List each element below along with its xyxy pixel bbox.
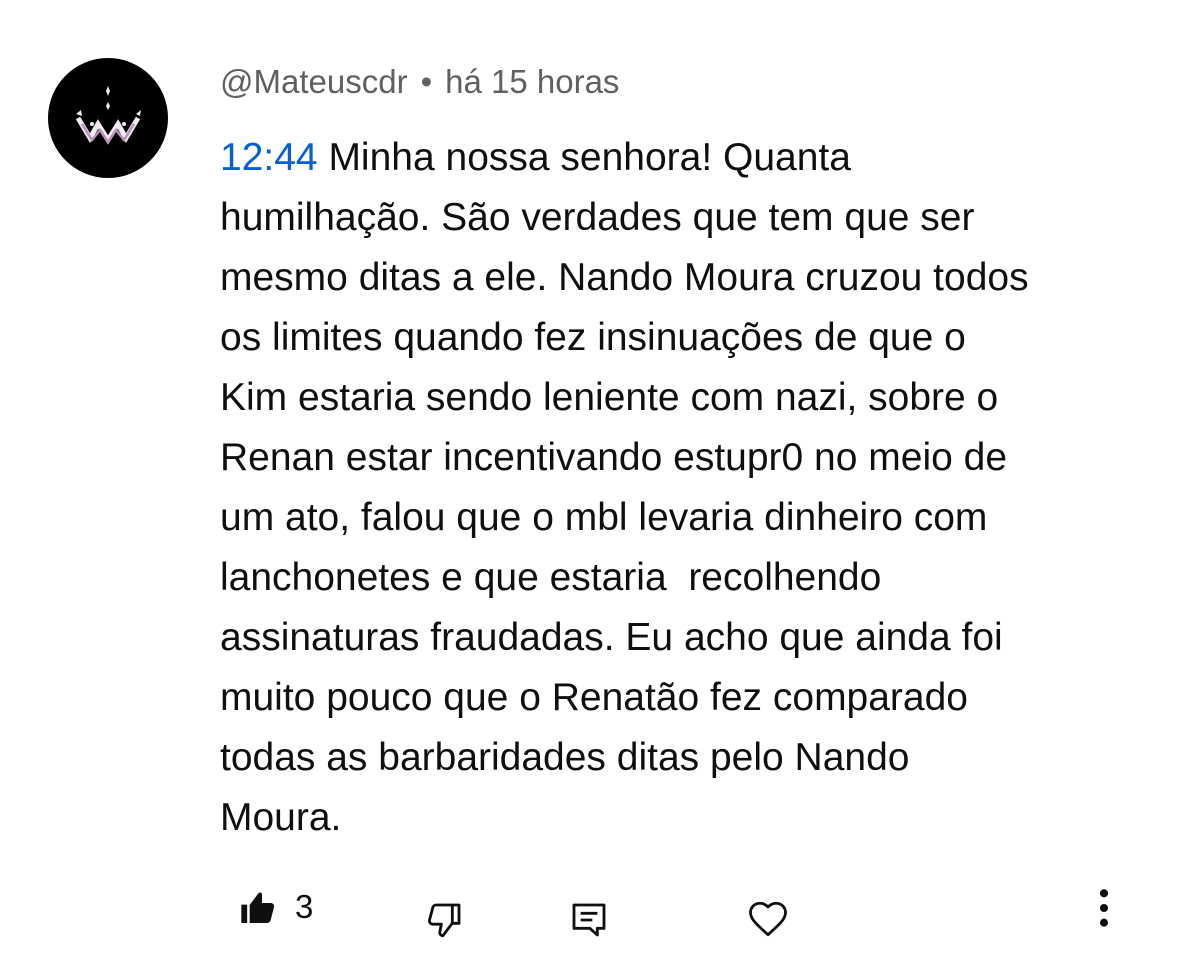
comment-time[interactable]: há 15 horas <box>445 63 619 101</box>
comment-line: Renan estar incentivando estupr0 no meio… <box>220 436 1008 479</box>
comment-line: todas as barbaridades ditas pelo Nando <box>220 736 910 779</box>
comment-card: @Mateuscdr • há 15 horas 12:44 Minha nos… <box>0 0 1179 977</box>
heart-outline-icon <box>749 901 787 937</box>
thumbs-up-filled-icon <box>241 892 275 923</box>
comment-line: um ato, falou que o mbl levaria dinheiro… <box>220 496 988 539</box>
comment-line: Moura. <box>220 796 342 839</box>
comment-line: mesmo ditas a ele. Nando Moura cruzou to… <box>220 256 1029 299</box>
heart-button[interactable] <box>746 898 790 940</box>
reply-button[interactable] <box>569 900 609 940</box>
avatar[interactable] <box>48 58 168 178</box>
crown-logo-icon <box>75 86 141 145</box>
comment-reply-icon <box>572 903 606 937</box>
comment-line: humilhação. São verdades que tem que ser <box>220 196 975 239</box>
comment-line-1: 12:44 Minha nossa senhora! Quanta <box>220 128 1140 188</box>
comment-line: Kim estaria sendo leniente com nazi, sob… <box>220 376 999 419</box>
comment-line: lanchonetes e que estaria recolhendo <box>220 556 882 599</box>
comment-text: 12:44 Minha nossa senhora! Quanta humilh… <box>220 128 1140 848</box>
comment-line: assinaturas fraudadas. Eu acho que ainda… <box>220 616 1003 659</box>
timestamp-link[interactable]: 12:44 <box>220 136 318 179</box>
comment-line: muito pouco que o Renatão fez comparado <box>220 676 968 719</box>
comment-actions: 3 <box>0 880 1179 950</box>
comment-meta: @Mateuscdr • há 15 horas <box>220 60 619 104</box>
more-options-button[interactable] <box>1090 886 1118 930</box>
comment-line: os limites quando fez insinuações de que… <box>220 316 966 359</box>
meta-separator: • <box>420 63 433 100</box>
comment-line-1-text: Minha nossa senhora! Quanta <box>317 136 851 179</box>
more-vertical-icon <box>1099 889 1109 927</box>
like-button[interactable] <box>238 888 278 928</box>
thumbs-down-outline-icon <box>427 903 461 938</box>
like-count: 3 <box>295 888 314 925</box>
dislike-button[interactable] <box>424 900 464 940</box>
author-handle[interactable]: @Mateuscdr <box>220 63 408 101</box>
